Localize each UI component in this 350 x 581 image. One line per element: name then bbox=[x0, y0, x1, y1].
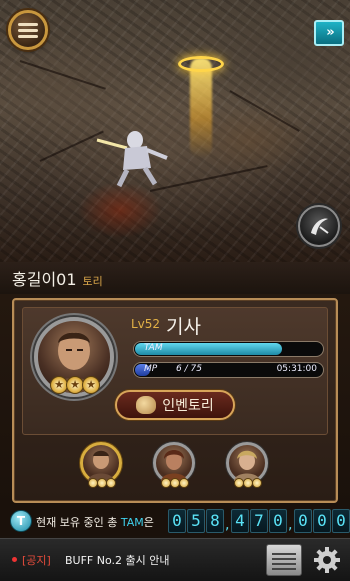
star-icon bbox=[252, 478, 262, 488]
mage-portrait-icon bbox=[234, 450, 260, 481]
party-member-3-stars bbox=[234, 478, 262, 488]
light-beam-effect bbox=[190, 58, 212, 158]
tam-amount-digit: 0 bbox=[269, 509, 287, 533]
tam-amount-digit: 4 bbox=[231, 509, 249, 533]
hamburger-menu-icon bbox=[18, 20, 38, 41]
tam-amount-digit: 0 bbox=[168, 509, 186, 533]
inventory-button[interactable]: 인벤토리 bbox=[115, 390, 235, 420]
server-name: 토리 bbox=[82, 275, 103, 288]
party-member-2-stars bbox=[161, 478, 189, 488]
inventory-label: 인벤토리 bbox=[162, 398, 214, 414]
tam-bar: TAM bbox=[133, 341, 324, 357]
tam-coin-icon: T bbox=[10, 510, 32, 532]
star-icon bbox=[106, 478, 116, 488]
fast-forward-icon: » bbox=[326, 25, 335, 40]
gear-icon bbox=[314, 547, 340, 573]
party-member-1-stars bbox=[88, 478, 116, 488]
tam-highlight: TAM bbox=[120, 516, 144, 529]
notice-text[interactable]: BUFF No.2 출시 안내 bbox=[65, 552, 169, 568]
message-button[interactable] bbox=[266, 544, 302, 576]
tam-amount-separator: , bbox=[288, 517, 293, 533]
skill-icon bbox=[311, 218, 329, 235]
tam-balance-text: 현재 보유 중인 총 TAM은 bbox=[36, 514, 154, 530]
warrior-portrait-icon bbox=[161, 450, 187, 481]
mp-value: 6 / 75 bbox=[176, 364, 202, 374]
player-character bbox=[96, 131, 168, 188]
fast-forward-button[interactable]: » bbox=[314, 20, 344, 46]
tam-suffix: 은 bbox=[143, 516, 154, 529]
character-name: 홍길이01 bbox=[12, 270, 77, 289]
tam-amount-digit: 0 bbox=[294, 509, 312, 533]
knight-portrait-icon bbox=[88, 450, 114, 481]
mp-timer: 05:31:00 bbox=[276, 364, 317, 374]
tam-amount-digit: 7 bbox=[250, 509, 268, 533]
ground-crack bbox=[229, 90, 300, 132]
star-icon bbox=[179, 478, 189, 488]
star-icon: ★ bbox=[82, 376, 100, 394]
character-stars: ★ ★ ★ bbox=[50, 376, 100, 394]
light-ring-effect bbox=[178, 56, 224, 72]
mp-bar-label: MP bbox=[144, 364, 158, 374]
menu-button[interactable] bbox=[8, 10, 48, 50]
mp-bar: MP 6 / 75 05:31:00 bbox=[133, 362, 324, 378]
character-job: 기사 bbox=[166, 316, 201, 338]
character-level: Lv52 bbox=[131, 317, 161, 331]
notice-dot-icon bbox=[12, 557, 17, 562]
tam-amount-separator: , bbox=[225, 517, 230, 533]
tam-amount-digit: 5 bbox=[187, 509, 205, 533]
tam-prefix: 현재 보유 중인 총 bbox=[36, 516, 121, 529]
character-header: 홍길이01 토리 bbox=[0, 262, 350, 294]
settings-button[interactable] bbox=[312, 545, 342, 575]
tam-amount-digit: 8 bbox=[206, 509, 224, 533]
bag-icon bbox=[136, 396, 157, 414]
tam-amount-digit: 0 bbox=[332, 509, 350, 533]
tam-amount: 058,470,000 bbox=[168, 509, 350, 533]
game-viewport[interactable]: » bbox=[0, 0, 350, 262]
skill-button[interactable] bbox=[298, 205, 340, 247]
ground-crack bbox=[19, 60, 106, 90]
notice-tag: [공지] bbox=[22, 554, 51, 567]
tam-bar-label: TAM bbox=[144, 343, 163, 353]
tam-amount-digit: 0 bbox=[313, 509, 331, 533]
